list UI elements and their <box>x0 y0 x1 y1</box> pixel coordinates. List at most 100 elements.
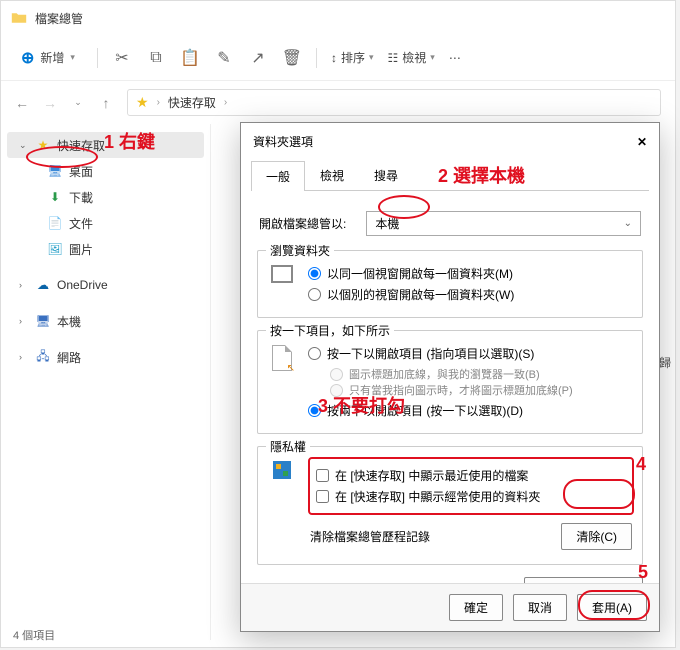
checkbox-input[interactable] <box>316 469 329 482</box>
desktop-icon: 🖥 <box>47 164 63 178</box>
radio-new-window[interactable]: 以個別的視窗開啟每一個資料夾(W) <box>308 286 634 303</box>
sidebar-label: OneDrive <box>57 278 108 292</box>
star-icon: ★ <box>35 138 51 152</box>
forward-button[interactable]: → <box>43 95 57 111</box>
breadcrumb-item[interactable]: 快速存取 <box>168 94 216 111</box>
sidebar-item-desktop[interactable]: 🖥 桌面 <box>1 158 210 184</box>
check-label: 在 [快速存取] 中顯示最近使用的檔案 <box>335 467 528 484</box>
dropdown-value: 本機 <box>375 215 399 232</box>
pc-icon: 🖥 <box>35 314 51 328</box>
chevron-right-icon: › <box>19 280 29 290</box>
sub-underline-browser: 圖示標題加底線，與我的瀏覽器一致(B) <box>330 366 634 382</box>
group-title: 隱私權 <box>266 438 310 455</box>
sidebar-item-this-pc[interactable]: › 🖥 本機 <box>1 308 210 334</box>
radio-label: 按一下以開啟項目 (指向項目以選取)(S) <box>327 345 534 362</box>
window-title: 檔案總管 <box>35 10 83 27</box>
picture-icon: 🖼 <box>47 242 63 256</box>
sidebar-label: 圖片 <box>69 241 93 258</box>
delete-icon[interactable]: 🗑 <box>282 48 302 68</box>
sidebar-label: 本機 <box>57 313 81 330</box>
view-label: 檢視 <box>402 49 426 66</box>
separator <box>316 48 317 68</box>
radio-single-click[interactable]: 按一下以開啟項目 (指向項目以選取)(S) <box>308 345 634 362</box>
chevron-right-icon: › <box>19 316 29 326</box>
radio-input[interactable] <box>308 288 321 301</box>
radio-label: 按兩下以開啟項目 (按一下以選取)(D) <box>327 402 523 419</box>
dialog-titlebar: 資料夾選項 ✕ <box>241 123 659 160</box>
network-icon: 🖧 <box>35 347 51 368</box>
chevron-right-icon: › <box>157 97 160 108</box>
tab-view[interactable]: 檢視 <box>305 160 359 190</box>
chevron-down-icon: ▾ <box>430 52 435 63</box>
tab-general[interactable]: 一般 <box>251 161 305 191</box>
copy-icon[interactable]: ⧉ <box>146 48 166 68</box>
more-button[interactable]: ⋯ <box>449 51 461 65</box>
check-frequent-folders[interactable]: 在 [快速存取] 中顯示經常使用的資料夾 <box>316 488 626 505</box>
view-button[interactable]: ☷ 檢視 ▾ <box>388 49 435 66</box>
privacy-group: 隱私權 在 [快速存取] 中顯示最近使用的檔案 在 [快速存取] 中顯示經常使用… <box>257 446 643 565</box>
ok-button[interactable]: 確定 <box>449 594 503 621</box>
sidebar-item-pictures[interactable]: 🖼 圖片 <box>1 236 210 262</box>
radio-same-window[interactable]: 以同一個視窗開啟每一個資料夾(M) <box>308 265 634 282</box>
radio-double-click[interactable]: 按兩下以開啟項目 (按一下以選取)(D) <box>308 402 634 419</box>
chevron-down-icon: ⌄ <box>624 218 632 229</box>
radio-input[interactable] <box>308 347 321 360</box>
check-label: 在 [快速存取] 中顯示經常使用的資料夾 <box>335 488 540 505</box>
paste-icon[interactable]: 📋 <box>180 48 200 68</box>
sidebar-item-quick-access[interactable]: ⌄ ★ 快速存取 <box>7 132 204 158</box>
radio-input[interactable] <box>308 404 321 417</box>
recent-dropdown[interactable]: ⌄ <box>71 97 85 108</box>
rename-icon[interactable]: ✎ <box>214 48 234 68</box>
sidebar-item-downloads[interactable]: ⬇ 下載 <box>1 184 210 210</box>
up-button[interactable]: ↑ <box>99 95 113 111</box>
dialog-footer: 確定 取消 套用(A) <box>241 583 659 631</box>
cut-icon[interactable]: ✂ <box>112 48 132 68</box>
sidebar-label: 桌面 <box>69 163 93 180</box>
sidebar-label: 文件 <box>69 215 93 232</box>
cloud-icon: ☁ <box>35 278 51 292</box>
sidebar-label: 下載 <box>69 189 93 206</box>
window-icon <box>271 265 293 283</box>
open-explorer-label: 開啟檔案總管以: <box>259 215 346 232</box>
sidebar-item-onedrive[interactable]: › ☁ OneDrive <box>1 272 210 298</box>
group-title: 按一下項目，如下所示 <box>266 322 394 339</box>
browse-folders-group: 瀏覽資料夾 以同一個視窗開啟每一個資料夾(M) 以個別的視窗開啟每一個資料夾(W… <box>257 250 643 318</box>
chevron-down-icon: ▾ <box>369 52 374 63</box>
new-button[interactable]: ⊕ 新增 ▾ <box>13 44 83 72</box>
apply-button[interactable]: 套用(A) <box>577 594 647 621</box>
star-icon: ★ <box>136 94 149 111</box>
status-bar: 4 個項目 <box>13 627 55 643</box>
sidebar-item-documents[interactable]: 📄 文件 <box>1 210 210 236</box>
chevron-right-icon: › <box>19 352 29 362</box>
close-button[interactable]: ✕ <box>637 135 647 149</box>
sidebar-label: 快速存取 <box>57 137 105 154</box>
sub-underline-hover: 只有當我指向圖示時，才將圖示標題加底線(P) <box>330 382 634 398</box>
back-button[interactable]: ← <box>15 95 29 111</box>
clear-button[interactable]: 清除(C) <box>561 523 632 550</box>
chevron-right-icon: › <box>224 97 227 108</box>
sort-label: 排序 <box>341 49 365 66</box>
toolbar: ⊕ 新增 ▾ ✂ ⧉ 📋 ✎ ↗ 🗑 ↕ 排序 ▾ ☷ 檢視 ▾ ⋯ <box>1 35 675 81</box>
check-recent-files[interactable]: 在 [快速存取] 中顯示最近使用的檔案 <box>316 467 626 484</box>
cancel-button[interactable]: 取消 <box>513 594 567 621</box>
address-bar[interactable]: ★ › 快速存取 › <box>127 89 661 116</box>
privacy-highlight-box: 在 [快速存取] 中顯示最近使用的檔案 在 [快速存取] 中顯示經常使用的資料夾 <box>308 457 634 515</box>
clear-history-label: 清除檔案總管歷程記錄 <box>310 528 430 545</box>
share-icon[interactable]: ↗ <box>248 48 268 68</box>
view-icon: ☷ <box>388 51 399 65</box>
open-explorer-dropdown[interactable]: 本機 ⌄ <box>366 211 641 236</box>
sidebar-label: 網路 <box>57 349 81 366</box>
privacy-flag-icon <box>273 461 291 479</box>
folder-options-dialog: 資料夾選項 ✕ 一般 檢視 搜尋 開啟檔案總管以: 本機 ⌄ 瀏覽資料夾 以同一… <box>240 122 660 632</box>
sidebar: ⌄ ★ 快速存取 🖥 桌面 ⬇ 下載 📄 文件 🖼 圖片 <box>1 124 211 640</box>
download-icon: ⬇ <box>47 190 63 204</box>
file-cursor-icon: ↖ <box>272 345 292 371</box>
checkbox-input[interactable] <box>316 490 329 503</box>
tab-search[interactable]: 搜尋 <box>359 160 413 190</box>
sort-button[interactable]: ↕ 排序 ▾ <box>331 49 374 66</box>
sort-icon: ↕ <box>331 51 337 65</box>
sidebar-item-network[interactable]: › 🖧 網路 <box>1 344 210 370</box>
plus-icon: ⊕ <box>21 48 34 68</box>
new-label: 新增 <box>40 49 64 66</box>
radio-input[interactable] <box>308 267 321 280</box>
